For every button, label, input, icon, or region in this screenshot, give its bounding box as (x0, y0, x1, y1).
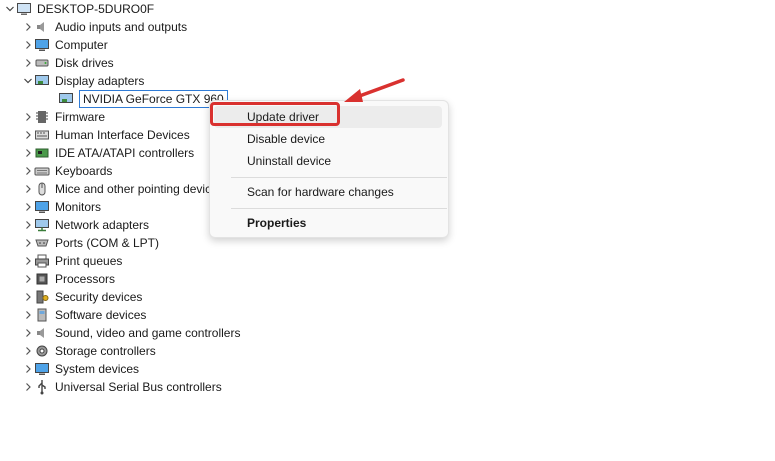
chevron-right-icon[interactable] (22, 255, 34, 267)
category-label: Universal Serial Bus controllers (55, 380, 222, 394)
category-ports-com-lpt[interactable]: Ports (COM & LPT) (22, 234, 159, 252)
chevron-right-icon[interactable] (22, 237, 34, 249)
chevron-right-icon[interactable] (22, 363, 34, 375)
category-human-interface-devices[interactable]: Human Interface Devices (22, 126, 190, 144)
category-label: Print queues (55, 254, 123, 268)
category-network-adapters[interactable]: Network adapters (22, 216, 149, 234)
tree-root-label: DESKTOP-5DURO0F (37, 2, 155, 16)
category-disk-drives[interactable]: Disk drives (22, 54, 114, 72)
category-processors[interactable]: Processors (22, 270, 115, 288)
chevron-right-icon[interactable] (22, 327, 34, 339)
chevron-right-icon[interactable] (22, 183, 34, 195)
usb-icon (34, 379, 50, 395)
tree-root[interactable]: DESKTOP-5DURO0F (4, 0, 154, 18)
category-label: Ports (COM & LPT) (55, 236, 160, 250)
display-adapter-icon (34, 73, 50, 89)
category-security-devices[interactable]: Security devices (22, 288, 142, 306)
category-label: Firmware (55, 110, 105, 124)
menu-separator (231, 177, 447, 178)
computer-icon (16, 1, 32, 17)
device-nvidia-geforce-gtx-960[interactable]: NVIDIA GeForce GTX 960 (40, 90, 228, 108)
chevron-right-icon[interactable] (22, 129, 34, 141)
category-ide-ata-atapi-controllers[interactable]: IDE ATA/ATAPI controllers (22, 144, 194, 162)
context-menu: Update driver Disable device Uninstall d… (209, 100, 449, 238)
chevron-right-icon[interactable] (22, 291, 34, 303)
chevron-down-icon[interactable] (22, 75, 34, 87)
category-label: Storage controllers (55, 344, 156, 358)
category-label: Computer (55, 38, 108, 52)
category-sound-video-and-game-controllers[interactable]: Sound, video and game controllers (22, 324, 240, 342)
category-universal-serial-bus-controllers[interactable]: Universal Serial Bus controllers (22, 378, 222, 396)
display-adapter-icon (58, 91, 74, 107)
firmware-icon (34, 109, 50, 125)
category-label: Mice and other pointing devices (55, 182, 224, 196)
chevron-right-icon[interactable] (22, 111, 34, 123)
category-label: Sound, video and game controllers (55, 326, 241, 340)
category-display-adapters[interactable]: Display adapters (22, 72, 144, 90)
category-label: Security devices (55, 290, 143, 304)
speaker-icon (34, 19, 50, 35)
printer-icon (34, 253, 50, 269)
monitor-icon (34, 199, 50, 215)
category-system-devices[interactable]: System devices (22, 360, 139, 378)
category-label: Network adapters (55, 218, 150, 232)
device-manager-tree: DESKTOP-5DURO0F Audio inputs and outputs… (0, 0, 775, 461)
chevron-down-icon[interactable] (4, 3, 16, 15)
monitor-icon (34, 37, 50, 53)
ide-controller-icon (34, 145, 50, 161)
category-audio-inputs-and-outputs[interactable]: Audio inputs and outputs (22, 18, 187, 36)
chevron-right-icon[interactable] (22, 309, 34, 321)
category-firmware[interactable]: Firmware (22, 108, 105, 126)
mouse-icon (34, 181, 50, 197)
speaker-icon (34, 325, 50, 341)
menu-item-update-driver[interactable]: Update driver (214, 106, 442, 128)
menu-item-scan-for-hardware-changes[interactable]: Scan for hardware changes (214, 181, 442, 203)
category-software-devices[interactable]: Software devices (22, 306, 146, 324)
category-print-queues[interactable]: Print queues (22, 252, 122, 270)
category-monitors[interactable]: Monitors (22, 198, 101, 216)
software-device-icon (34, 307, 50, 323)
category-label: System devices (55, 362, 140, 376)
chevron-right-icon[interactable] (22, 57, 34, 69)
category-label: Human Interface Devices (55, 128, 190, 142)
network-adapter-icon (34, 217, 50, 233)
category-label: IDE ATA/ATAPI controllers (55, 146, 195, 160)
category-storage-controllers[interactable]: Storage controllers (22, 342, 156, 360)
chevron-right-icon[interactable] (22, 201, 34, 213)
chevron-right-icon[interactable] (22, 165, 34, 177)
chevron-right-icon[interactable] (22, 39, 34, 51)
menu-separator (231, 208, 447, 209)
category-label: Processors (55, 272, 116, 286)
category-label: Monitors (55, 200, 102, 214)
system-device-icon (34, 361, 50, 377)
hid-icon (34, 127, 50, 143)
menu-item-disable-device[interactable]: Disable device (214, 128, 442, 150)
chevron-right-icon[interactable] (22, 219, 34, 231)
chevron-right-icon[interactable] (22, 21, 34, 33)
selected-device-label[interactable]: NVIDIA GeForce GTX 960 (79, 90, 228, 108)
chevron-right-icon[interactable] (22, 345, 34, 357)
port-icon (34, 235, 50, 251)
menu-item-properties[interactable]: Properties (214, 212, 442, 234)
chevron-right-icon[interactable] (22, 381, 34, 393)
keyboard-icon (34, 163, 50, 179)
chevron-right-icon[interactable] (22, 273, 34, 285)
category-label: Audio inputs and outputs (55, 20, 188, 34)
processor-icon (34, 271, 50, 287)
category-mice-and-other-pointing-devices[interactable]: Mice and other pointing devices (22, 180, 224, 198)
chevron-right-icon[interactable] (22, 147, 34, 159)
category-label: Disk drives (55, 56, 114, 70)
disk-drive-icon (34, 55, 50, 71)
category-keyboards[interactable]: Keyboards (22, 162, 112, 180)
category-label: Display adapters (55, 74, 145, 88)
category-label: Keyboards (55, 164, 113, 178)
category-label: Software devices (55, 308, 147, 322)
storage-controller-icon (34, 343, 50, 359)
security-device-icon (34, 289, 50, 305)
category-computer[interactable]: Computer (22, 36, 108, 54)
menu-item-uninstall-device[interactable]: Uninstall device (214, 150, 442, 172)
